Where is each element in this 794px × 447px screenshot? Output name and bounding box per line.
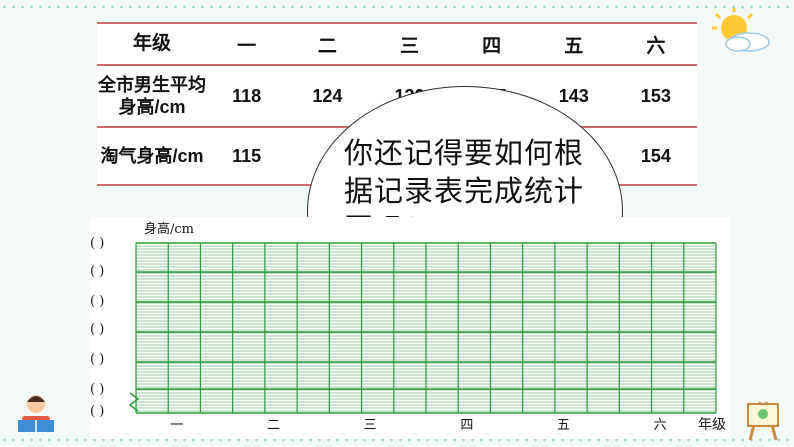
grade-cell: 二 — [286, 22, 369, 66]
sun-cloud-icon — [712, 8, 770, 52]
grade-cell: 四 — [450, 22, 533, 66]
grade-cell: 一 — [207, 22, 287, 66]
easel-icon — [747, 401, 779, 441]
x-axis-tick-label: 三 — [364, 418, 377, 433]
y-axis-placeholder: ( ) — [90, 264, 104, 279]
value-cell: 118 — [207, 64, 287, 128]
major-grid-lines — [135, 242, 717, 414]
value-cell: 124 — [286, 64, 369, 128]
grade-cell: 三 — [368, 22, 451, 66]
y-axis-placeholder: ( ) — [90, 352, 104, 367]
value-cell: 153 — [614, 64, 697, 128]
x-axis-tick-label: 五 — [557, 418, 570, 433]
y-axis-placeholder: ( ) — [90, 382, 104, 397]
x-axis-tick-label: 六 — [654, 418, 667, 433]
y-axis-placeholders: ( ) ( ) ( ) ( ) ( ) ( ) ( ) — [90, 236, 104, 419]
x-axis-tick-labels: 一二三四五六 — [170, 418, 666, 433]
row-label-taoqi-height: 淘气身高/cm — [97, 126, 207, 186]
x-axis-tick-label: 二 — [267, 418, 280, 433]
grade-header-cell: 年级 — [97, 22, 207, 66]
y-axis-placeholder: ( ) — [90, 404, 104, 419]
grade-cell: 六 — [614, 22, 697, 66]
table-row: 年级 一 二 三 四 五 六 — [97, 22, 697, 66]
y-axis-label: 身高/cm — [144, 221, 194, 237]
grade-cell: 五 — [532, 22, 615, 66]
y-axis-placeholder: ( ) — [90, 294, 104, 309]
blank-line-chart-grid: 身高/cm ( ) ( ) ( ) ( ) ( ) ( ) ( ) 一 二 三 四 五 六 年级 — [90, 217, 730, 439]
y-axis-placeholder: ( ) — [90, 236, 104, 251]
value-cell: 115 — [207, 126, 287, 186]
chart-grid-svg: 身高/cm ( ) ( ) ( ) ( ) ( ) ( ) ( ) 一 二 三 四 五 六 年级 — [90, 221, 726, 433]
value-cell: 154 — [614, 126, 697, 186]
y-axis-placeholder: ( ) — [90, 322, 104, 337]
row-label-average-height: 全市男生平均身高/cm — [97, 64, 207, 128]
reading-child-icon — [18, 395, 54, 432]
x-axis-tick-label: 四 — [460, 418, 473, 433]
x-axis-label: 年级 — [698, 417, 726, 433]
top-dotted-border — [0, 4, 794, 10]
x-axis-tick-label: 一 — [170, 418, 183, 433]
